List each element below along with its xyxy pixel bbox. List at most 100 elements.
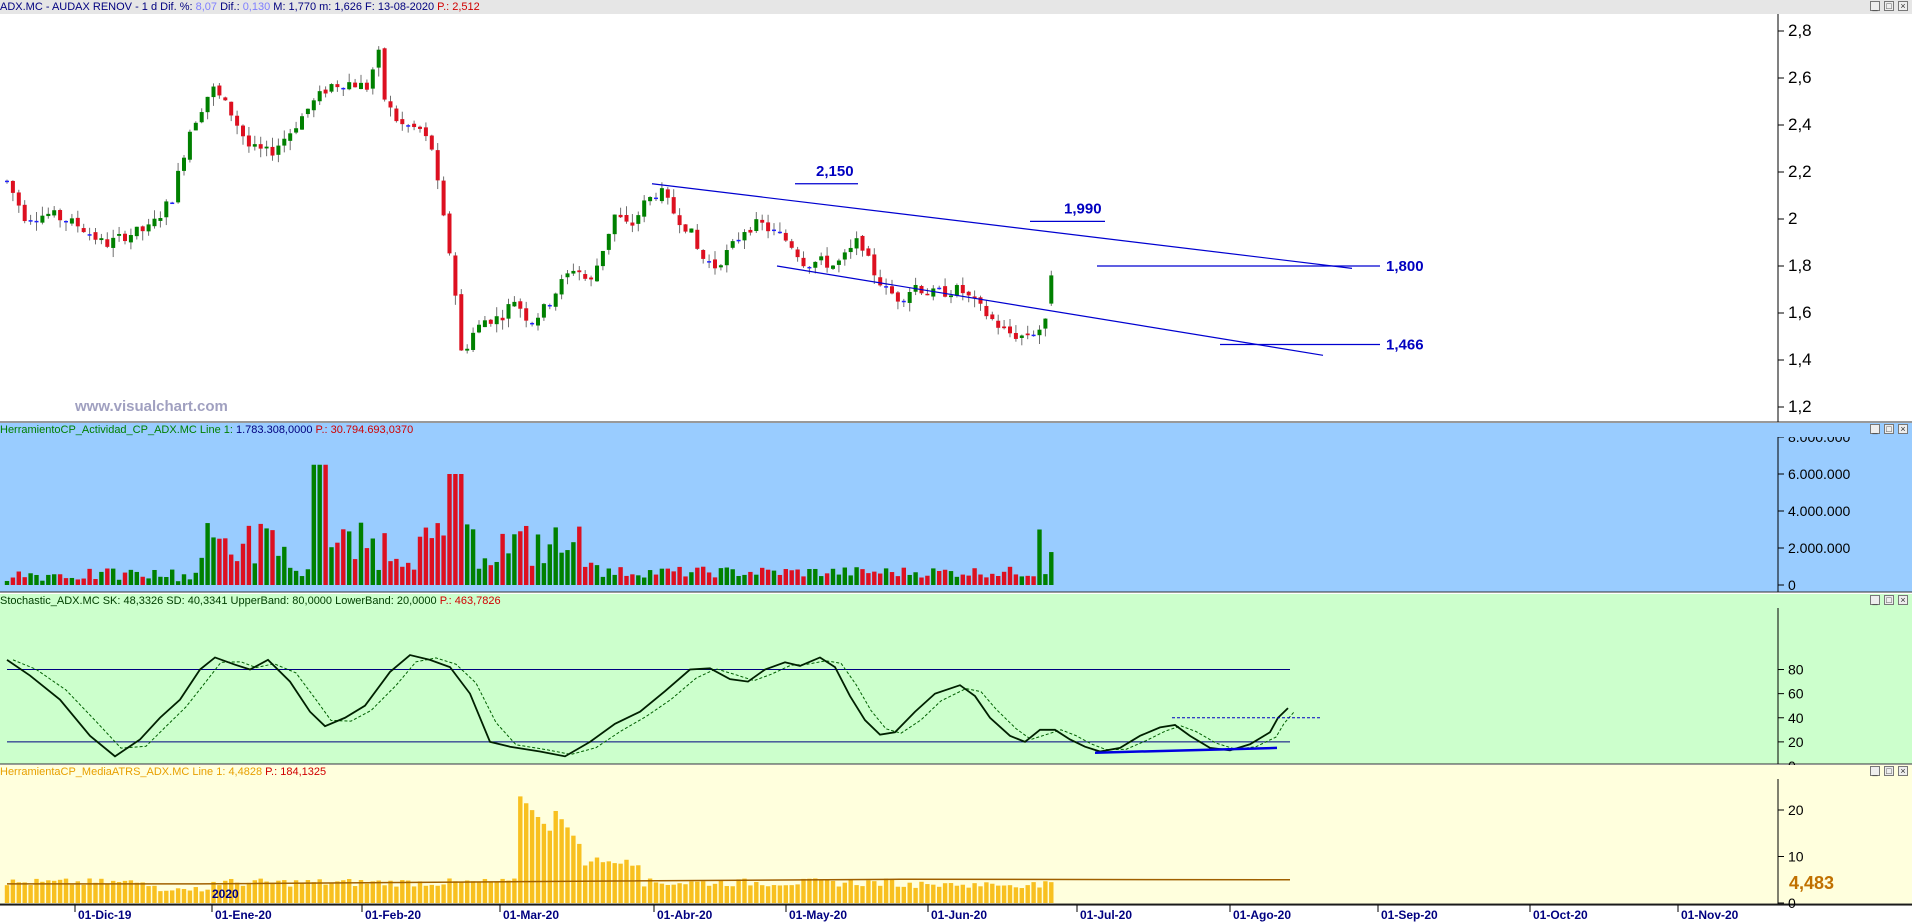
candle-body: [583, 274, 588, 279]
atr-bar: [352, 886, 358, 903]
atr-bar: [394, 886, 399, 903]
atr-bar: [919, 881, 924, 903]
candle-body: [52, 210, 57, 216]
candle-body: [772, 229, 776, 232]
volume-bar: [329, 547, 334, 585]
atr-bar: [465, 880, 470, 903]
close-icon[interactable]: ×: [1898, 1, 1908, 11]
candle-body: [211, 86, 216, 98]
atr-bar: [476, 881, 482, 903]
volume-bar: [937, 570, 942, 585]
maximize-icon[interactable]: □: [1884, 766, 1894, 776]
maximize-icon[interactable]: □: [1884, 595, 1894, 605]
volume-bar: [665, 568, 670, 585]
volume-bar: [671, 571, 676, 585]
candle-body: [707, 261, 712, 263]
volume-bar: [529, 565, 535, 585]
atr-bar: [848, 879, 853, 903]
atr-bar: [164, 890, 169, 903]
volume-bar: [152, 569, 157, 585]
maximize-icon[interactable]: □: [1884, 1, 1894, 11]
candle-body: [317, 91, 322, 102]
atr-bar: [771, 885, 777, 903]
atr-bar: [824, 879, 830, 903]
atr-bar: [765, 886, 771, 903]
volume-bar: [972, 568, 977, 585]
candle-body: [742, 232, 747, 241]
close-icon[interactable]: ×: [1898, 595, 1908, 605]
candle-body: [648, 197, 653, 202]
atr-bar: [246, 882, 252, 903]
volume-bar: [689, 572, 694, 585]
atr-bar: [760, 885, 765, 903]
candle-body: [530, 322, 535, 325]
minimize-icon[interactable]: _: [1870, 766, 1880, 776]
candle-body: [69, 218, 74, 224]
volume-bar: [866, 573, 871, 585]
candle-body: [164, 201, 169, 218]
candle-body: [447, 213, 452, 254]
volume-bar: [93, 579, 98, 585]
atr-bar: [807, 878, 812, 903]
volume-bar: [1031, 576, 1036, 585]
candle-body: [724, 250, 729, 266]
atr-bar: [577, 843, 582, 903]
atr-bar: [400, 880, 405, 903]
volume-bar: [311, 464, 316, 585]
volume-bar: [234, 561, 240, 585]
volume-bar: [701, 566, 706, 585]
volume-bar: [28, 573, 33, 585]
candle-body: [819, 256, 824, 261]
volume-bar: [848, 575, 853, 585]
price-panel-title: ADX.MC - AUDAX RENOV - 1 d Dif. %: 8,07 …: [0, 0, 1912, 14]
close-icon[interactable]: ×: [1898, 766, 1908, 776]
volume-bar: [40, 580, 45, 585]
price-tick-label: 1,6: [1788, 303, 1812, 322]
candle-body: [654, 197, 658, 200]
candle-body: [1008, 326, 1012, 334]
volume-bar: [718, 568, 724, 585]
year-label: 2020: [212, 887, 239, 901]
volume-bar: [653, 574, 659, 585]
atr-bar: [494, 882, 499, 903]
atr-bar: [854, 885, 859, 903]
price-title-text: ADX.MC - AUDAX RENOV - 1 d Dif. %: 8,07 …: [0, 1, 480, 13]
volume-bar: [1013, 574, 1019, 585]
volume-bar: [34, 574, 39, 585]
atr-bar: [181, 888, 187, 903]
minimize-icon[interactable]: _: [1870, 595, 1880, 605]
volume-bar: [860, 569, 865, 585]
minimize-icon[interactable]: _: [1870, 424, 1880, 434]
atr-bar: [170, 890, 175, 903]
volume-bar: [925, 575, 930, 585]
atr-bar: [588, 861, 594, 903]
candle-body: [241, 125, 245, 137]
candle-body: [677, 215, 682, 226]
volume-bar: [341, 529, 346, 585]
candle-body: [264, 146, 269, 149]
volume-bar: [305, 569, 311, 585]
volume-bar: [99, 571, 104, 585]
atr-bar: [423, 885, 429, 903]
chart-canvas[interactable]: 2,150 1,990 1,800 1,466 2,8 2,6 2,4 2,2 2 1,8 1,6 1…: [0, 0, 1912, 922]
atr-bar: [406, 880, 411, 903]
volume-bar: [417, 536, 423, 585]
volume-bar: [777, 574, 783, 585]
title-part: P.: 463,7826: [439, 595, 501, 607]
volume-bar: [175, 581, 181, 585]
volume-bar: [854, 567, 859, 585]
candle-body: [235, 115, 240, 126]
volume-bar: [588, 562, 594, 585]
volume-bar: [1037, 529, 1042, 585]
candle-body: [925, 293, 930, 296]
atr-window-controls: _ □ ×: [1870, 766, 1908, 778]
price-tick-label: 1,8: [1788, 256, 1812, 275]
minimize-icon[interactable]: _: [1870, 1, 1880, 11]
volume-bar: [435, 523, 440, 585]
candle-body: [217, 85, 222, 96]
volume-bar: [347, 531, 352, 585]
volume-bar: [122, 572, 128, 585]
maximize-icon[interactable]: □: [1884, 424, 1894, 434]
atr-bar: [642, 886, 647, 903]
close-icon[interactable]: ×: [1898, 424, 1908, 434]
